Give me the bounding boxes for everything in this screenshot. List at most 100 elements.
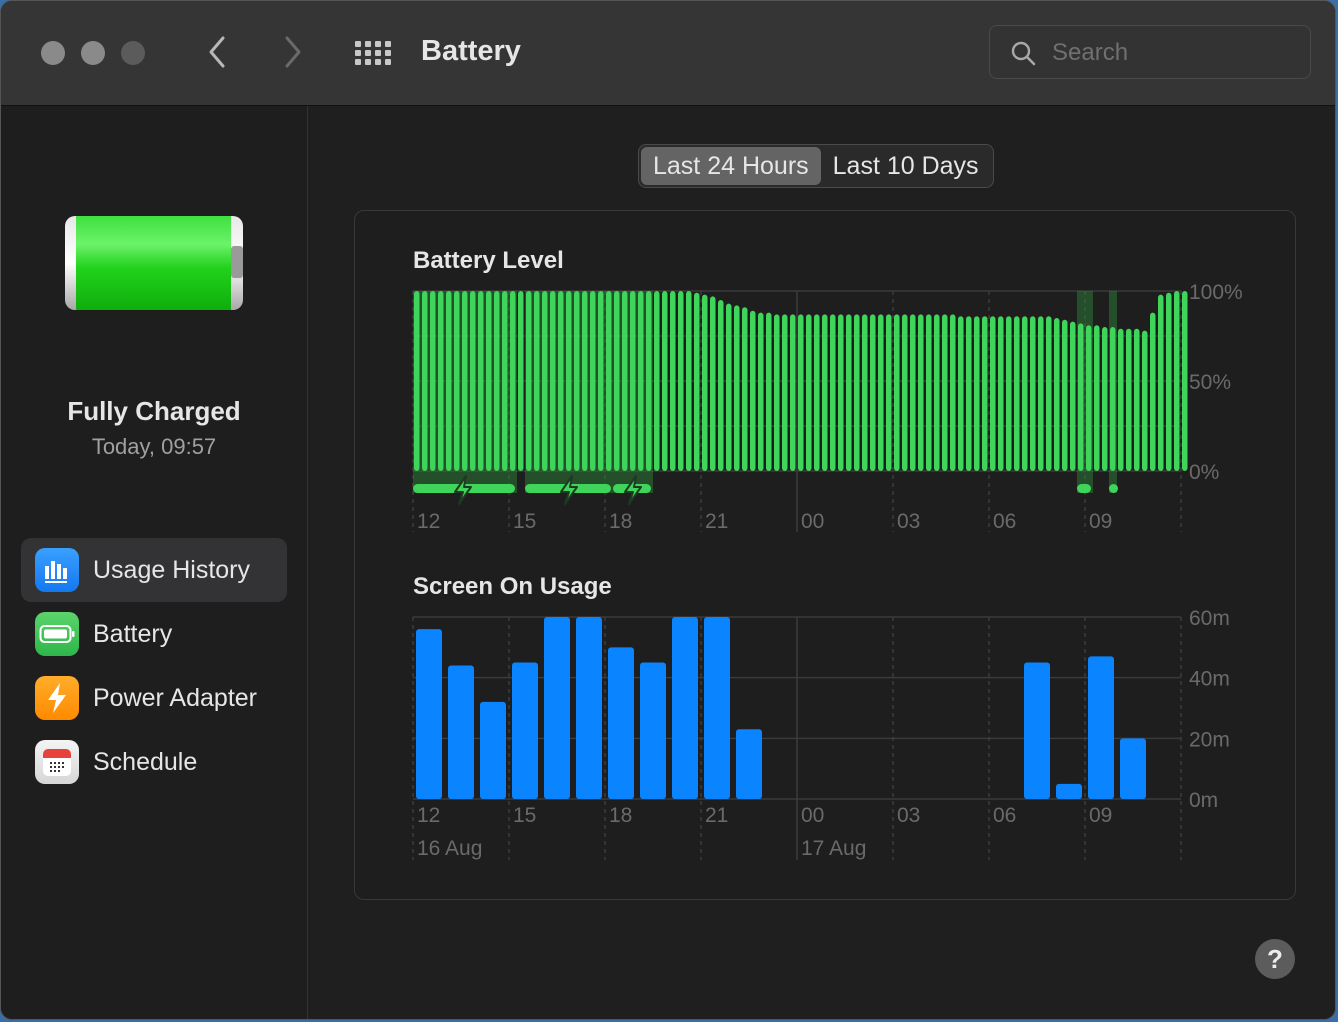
battery-level-bar [526,291,532,471]
battery-ytick-label: 50% [1189,371,1231,394]
zoom-window-button[interactable] [121,41,145,65]
usage-xtick-label: 03 [897,804,920,827]
sidebar-item-power-adapter[interactable]: Power Adapter [21,666,287,730]
battery-level-bar [1118,328,1124,471]
screen-usage-bar [512,662,538,799]
main-content: Last 24 Hours Last 10 Days Battery Level… [308,106,1335,1019]
battery-level-bar [758,312,764,471]
battery-level-bar [1134,328,1140,471]
battery-level-bar [838,314,844,471]
battery-level-bar [990,316,996,471]
usage-ytick-label: 20m [1189,728,1230,751]
battery-ytick-label: 0% [1189,461,1219,484]
battery-ytick-label: 100% [1189,281,1243,304]
tab-last-24-hours[interactable]: Last 24 Hours [641,147,821,185]
battery-level-bar [510,291,516,471]
battery-level-bar [462,291,468,471]
usage-history-panel: Battery Level Screen On Usage 12 15 18 21 00… [354,210,1296,900]
search-field[interactable] [989,25,1311,79]
battery-level-bar [430,291,436,471]
close-window-button[interactable] [41,41,65,65]
battery-level-bar [918,314,924,471]
help-button[interactable]: ? [1255,939,1295,979]
battery-level-bar [926,314,932,471]
charge-status-time: Today, 09:57 [91,434,217,459]
battery-level-bar [886,314,892,471]
charging-indicator [1077,484,1091,493]
sidebar-item-battery[interactable]: Battery [21,602,287,666]
chevron-right-icon [285,36,301,68]
tab-last-10-days[interactable]: Last 10 Days [821,147,991,185]
battery-level-bar [942,314,948,471]
battery-xtick-label: 06 [993,510,1016,533]
battery-level-bar [518,291,524,471]
battery-level-bar [502,291,508,471]
battery-level-bar [870,314,876,471]
screen-usage-bar [480,701,506,799]
sidebar-item-label: Power Adapter [93,683,257,712]
battery-level-bar [782,314,788,471]
sidebar-item-schedule[interactable]: Schedule [21,730,287,794]
sidebar-item-usage-history[interactable]: Usage History [21,538,287,602]
battery-level-bar [670,291,676,471]
screen-usage-bar [448,665,474,799]
battery-level-bar [710,296,716,471]
battery-level-bar [1086,325,1092,471]
sidebar: Fully Charged Today, 09:57 Usage History… [1,106,308,1019]
screen-usage-bar [1120,738,1146,799]
battery-preferences-window: Battery Fully Charged Today, 09:57 [0,0,1336,1020]
battery-level-bar [686,291,692,471]
battery-level-bar [806,314,812,471]
battery-level-bar [606,291,612,471]
battery-level-bar [1150,312,1156,471]
battery-level-bar [1174,291,1180,471]
screen-usage-bar [416,629,442,799]
search-input[interactable] [1050,36,1294,70]
chevron-left-icon [209,36,225,68]
battery-level-bar [878,314,884,471]
battery-level-bar [414,291,420,471]
battery-level-bar [566,291,572,471]
battery-level-bar [742,307,748,471]
battery-level-bar [774,314,780,471]
battery-level-bar [1078,323,1084,471]
screen-usage-bar [672,617,698,799]
battery-level-bar [1030,316,1036,471]
show-all-grid-icon[interactable] [355,41,391,65]
screen-usage-bar [640,662,666,799]
screen-usage-bar [608,647,634,799]
battery-level-bar [1062,319,1068,471]
battery-level-bar [790,314,796,471]
usage-xtick-label: 12 [417,804,440,827]
bolt-icon [35,676,79,720]
screen-usage-bar [736,729,762,799]
battery-level-bar [550,291,556,471]
battery-level-bar [814,314,820,471]
usage-xtick-label: 21 [705,804,728,827]
charge-status-title: Fully Charged [67,396,241,426]
battery-level-bar [630,291,636,471]
battery-level-bar [822,314,828,471]
title-bar: Battery [1,1,1335,106]
battery-xtick-label: 18 [609,510,632,533]
forward-button[interactable] [281,35,305,75]
sidebar-item-label: Battery [93,619,173,648]
minimize-window-button[interactable] [81,41,105,65]
usage-charts: 12 15 18 21 00 03 06 09 100% 50% 0% 12 15 18 21 00 03 06 0… [412,281,1243,860]
battery-level-bar [638,291,644,471]
battery-level-bar [470,291,476,471]
usage-xtick-label: 00 [801,804,824,827]
search-icon [1011,41,1036,66]
bar-chart-icon [35,548,79,592]
battery-level-bar [478,291,484,471]
battery-level-bar [1158,294,1164,471]
battery-xtick-label: 03 [897,510,920,533]
battery-level-bar [862,314,868,471]
back-button[interactable] [205,35,229,75]
battery-level-bar [1102,327,1108,471]
battery-level-bar [998,316,1004,471]
charging-indicator [1109,484,1118,493]
usage-ytick-label: 40m [1189,668,1230,691]
screen-usage-bar [544,617,570,799]
battery-level-bar [1110,327,1116,471]
